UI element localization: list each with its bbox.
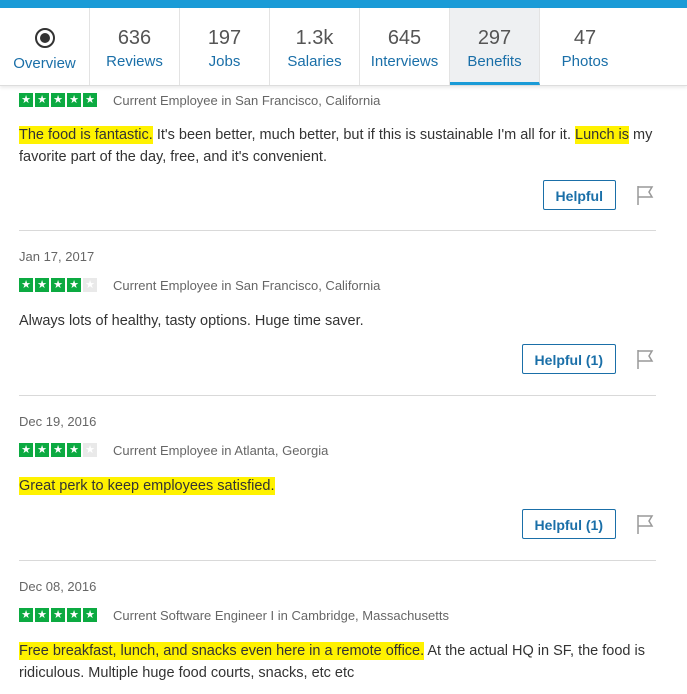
helpful-actions: Helpful (1) [521,509,656,539]
flag-icon[interactable] [634,348,656,370]
review-date: Dec 08, 2016 [19,579,97,594]
tab-count: 645 [387,27,422,49]
company-tabs: Overview 636 Reviews 197 Jobs 1.3k Salar… [0,8,687,86]
review-date: Dec 19, 2016 [19,414,97,429]
star-icon: ★ [67,608,81,622]
tab-label: Reviews [106,53,163,70]
star-icon: ★ [19,443,33,457]
highlighted-text: Free breakfast, lunch, and snacks even h… [19,642,425,660]
star-icon: ★ [35,608,49,622]
review-item: Dec 19, 2016 ★ ★ ★ ★ ★ Current Employee in A… [19,414,656,539]
review-item: Jan 17, 2017 ★ ★ ★ ★ ★ Current Employee in S… [19,249,656,374]
star-icon: ★ [19,278,33,292]
helpful-button[interactable]: Helpful (1) [521,509,616,539]
tab-salaries[interactable]: 1.3k Salaries [270,8,360,85]
divider [19,230,656,231]
employee-info: Current Employee in San Francisco, Calif… [113,92,381,108]
star-icon: ★ [19,93,33,107]
star-icon: ★ [35,278,49,292]
divider [19,395,656,396]
rating-row: ★ ★ ★ ★ ★ Current Employee in San Francisco,… [19,277,656,293]
helpful-button[interactable]: Helpful (1) [521,344,616,374]
overview-circle-icon [34,28,55,48]
review-text: Free breakfast, lunch, and snacks even h… [19,640,656,684]
tab-count: 197 [207,27,242,49]
employee-info: Current Employee in Atlanta, Georgia [113,442,329,458]
review-text: Great perk to keep employees satisfied. [19,475,656,497]
rating-row: ★ ★ ★ ★ ★ Current Employee in San Francisco,… [19,92,656,108]
tab-interviews[interactable]: 645 Interviews [360,8,450,85]
tab-jobs[interactable]: 197 Jobs [180,8,270,85]
star-rating: ★ ★ ★ ★ ★ [19,608,97,622]
employee-info: Current Employee in San Francisco, Calif… [113,277,381,293]
tab-label: Salaries [287,53,342,70]
star-icon: ★ [67,443,81,457]
star-rating: ★ ★ ★ ★ ★ [19,93,97,107]
star-icon: ★ [35,443,49,457]
star-icon: ★ [51,93,65,107]
star-icon: ★ [67,93,81,107]
tab-count: 47 [573,27,597,49]
star-icon: ★ [19,608,33,622]
highlighted-text: Lunch is [575,126,630,144]
highlighted-text: The food is fantastic. [19,126,153,144]
star-icon: ★ [83,443,97,457]
star-icon: ★ [83,278,97,292]
helpful-actions: Helpful (1) [521,344,656,374]
tab-label: Overview [13,55,76,72]
helpful-button[interactable]: Helpful [542,180,616,210]
review-item: ★ ★ ★ ★ ★ Current Employee in San Francisco,… [19,92,656,210]
helpful-actions: Helpful [542,180,656,210]
rating-row: ★ ★ ★ ★ ★ Current Software Engineer I in Cam… [19,607,656,623]
divider [19,560,656,561]
employee-info: Current Software Engineer I in Cambridge… [113,607,449,623]
tab-label: Interviews [370,53,439,70]
star-rating: ★ ★ ★ ★ ★ [19,443,97,457]
review-date: Jan 17, 2017 [19,249,95,264]
tab-count: 636 [117,27,152,49]
flag-icon[interactable] [634,513,656,535]
tab-label: Jobs [208,53,241,70]
review-text-part: It's been better, much better, but if th… [152,127,576,143]
tab-benefits[interactable]: 297 Benefits [450,8,540,85]
star-icon: ★ [67,278,81,292]
tab-reviews[interactable]: 636 Reviews [90,8,180,85]
star-icon: ★ [51,278,65,292]
star-icon: ★ [83,608,97,622]
star-icon: ★ [51,608,65,622]
review-item: Dec 08, 2016 ★ ★ ★ ★ ★ Current Software Engi… [19,579,656,684]
tab-label: Benefits [467,53,522,70]
star-rating: ★ ★ ★ ★ ★ [19,278,97,292]
star-icon: ★ [83,93,97,107]
star-icon: ★ [51,443,65,457]
tab-photos[interactable]: 47 Photos [540,8,630,85]
tab-overview[interactable]: Overview [0,8,90,85]
top-accent-bar [0,0,687,8]
rating-row: ★ ★ ★ ★ ★ Current Employee in Atlanta, Georg… [19,442,656,458]
highlighted-text: Great perk to keep employees satisfied. [19,477,275,495]
tab-label: Photos [561,53,609,70]
star-icon: ★ [35,93,49,107]
tab-count: 1.3k [295,27,334,49]
tab-count: 297 [477,27,512,49]
review-text: The food is fantastic. It's been better,… [19,124,656,168]
review-text-part: Always lots of healthy, tasty options. H… [19,313,364,329]
flag-icon[interactable] [634,184,656,206]
review-text: Always lots of healthy, tasty options. H… [19,310,656,332]
